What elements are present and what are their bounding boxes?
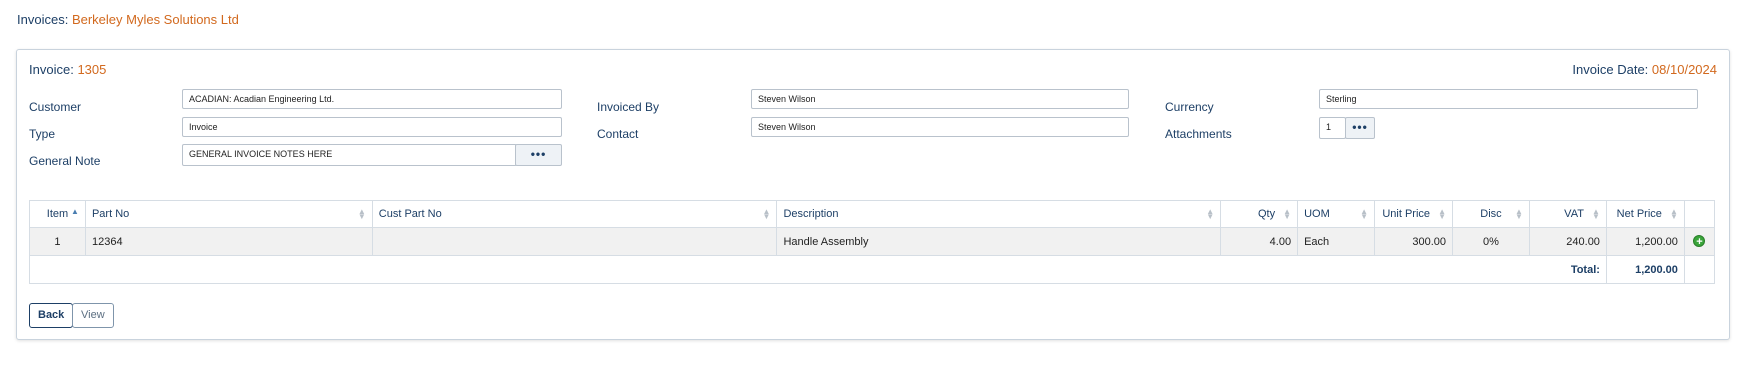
sort-arrows-icon: ▲ ▼ [1283,207,1292,221]
contact-label: Contact [597,127,639,141]
attachments-more-button[interactable]: ••• [1345,117,1375,139]
total-row: Total: 1,200.00 [29,255,1716,284]
view-button[interactable]: View [72,303,114,328]
col-header-item[interactable]: Item ▲ [29,200,86,228]
col-header-disc[interactable]: Disc ▲ ▼ [1452,200,1530,228]
page-title: Invoices: Berkeley Myles Solutions Ltd [17,12,239,27]
back-button[interactable]: Back [29,303,74,328]
sort-arrows-icon: ▲ ▼ [1206,207,1215,221]
col-header-part-no[interactable]: Part No ▲ ▼ [84,200,373,228]
invoice-date-label: Invoice Date: [1572,62,1649,77]
cell-unit-price: 300.00 [1374,227,1454,256]
total-label: Total: [29,255,1607,284]
cell-qty: 4.00 [1220,227,1299,256]
sort-asc-icon: ▲ [71,207,79,216]
currency-field[interactable]: Sterling [1319,89,1698,109]
cell-item: 1 [29,227,86,256]
add-circle-icon[interactable]: + [1693,235,1706,248]
col-header-qty[interactable]: Qty ▲ ▼ [1220,200,1299,228]
cell-part-no: 12364 [84,227,373,256]
sort-arrows-icon: ▲ ▼ [357,207,366,221]
invoice-lines-table: Item ▲ Part No ▲ ▼ Cust Part No ▲ ▼ Descripti… [29,200,1716,284]
col-header-unit-price[interactable]: Unit Price ▲ ▼ [1374,200,1454,228]
type-label: Type [29,127,56,141]
cell-net-price: 1,200.00 [1605,227,1685,256]
invoice-date-heading: Invoice Date: 08/10/2024 [1572,62,1717,77]
sort-arrows-icon: ▲ ▼ [1669,207,1678,221]
total-actions-cell [1683,255,1716,284]
sort-arrows-icon: ▲ ▼ [1360,207,1369,221]
table-header-row: Item ▲ Part No ▲ ▼ Cust Part No ▲ ▼ Descripti… [29,200,1716,228]
invoice-number-label: Invoice: [29,62,74,77]
col-header-description[interactable]: Description ▲ ▼ [776,200,1222,228]
invoice-number-heading: Invoice: 1305 [29,62,106,77]
invoice-number: 1305 [77,62,107,77]
invoice-panel: Invoice: 1305 Invoice Date: 08/10/2024 C… [16,49,1730,340]
invoice-date: 08/10/2024 [1651,62,1717,77]
cell-actions: + [1683,227,1716,256]
general-note-label: General Note [29,154,101,168]
customer-label: Customer [29,100,82,114]
currency-label: Currency [1165,100,1214,114]
cell-uom: Each [1297,227,1376,256]
general-note-more-button[interactable]: ••• [515,144,562,166]
attachments-label: Attachments [1165,127,1232,141]
col-header-actions [1683,200,1716,228]
contact-field[interactable]: Steven Wilson [751,117,1129,137]
sort-arrows-icon: ▲ ▼ [1515,207,1523,221]
sort-arrows-icon: ▲ ▼ [762,207,771,221]
cell-disc: 0% [1452,227,1530,256]
invoiced-by-field[interactable]: Steven Wilson [751,89,1129,109]
invoiced-by-label: Invoiced By [597,100,660,114]
sort-arrows-icon: ▲ ▼ [1592,207,1600,221]
company-name: Berkeley Myles Solutions Ltd [71,12,239,27]
cell-description: Handle Assembly [776,227,1222,256]
page-title-prefix: Invoices: [17,12,69,27]
attachments-count: 1 [1319,117,1346,139]
customer-field[interactable]: ACADIAN: Acadian Engineering Ltd. [182,89,562,109]
cell-cust-part-no [371,227,778,256]
col-header-uom[interactable]: UOM ▲ ▼ [1297,200,1376,228]
cell-vat: 240.00 [1528,227,1607,256]
col-header-net-price[interactable]: Net Price ▲ ▼ [1605,200,1685,228]
table-row[interactable]: 1 12364 Handle Assembly 4.00 Each 300.00… [29,227,1716,256]
col-header-cust-part-no[interactable]: Cust Part No ▲ ▼ [371,200,778,228]
col-header-vat[interactable]: VAT ▲ ▼ [1528,200,1607,228]
total-value: 1,200.00 [1605,255,1685,284]
sort-arrows-icon: ▲ ▼ [1438,207,1447,221]
type-field[interactable]: Invoice [182,117,562,137]
general-note-field[interactable]: GENERAL INVOICE NOTES HERE [182,144,517,166]
